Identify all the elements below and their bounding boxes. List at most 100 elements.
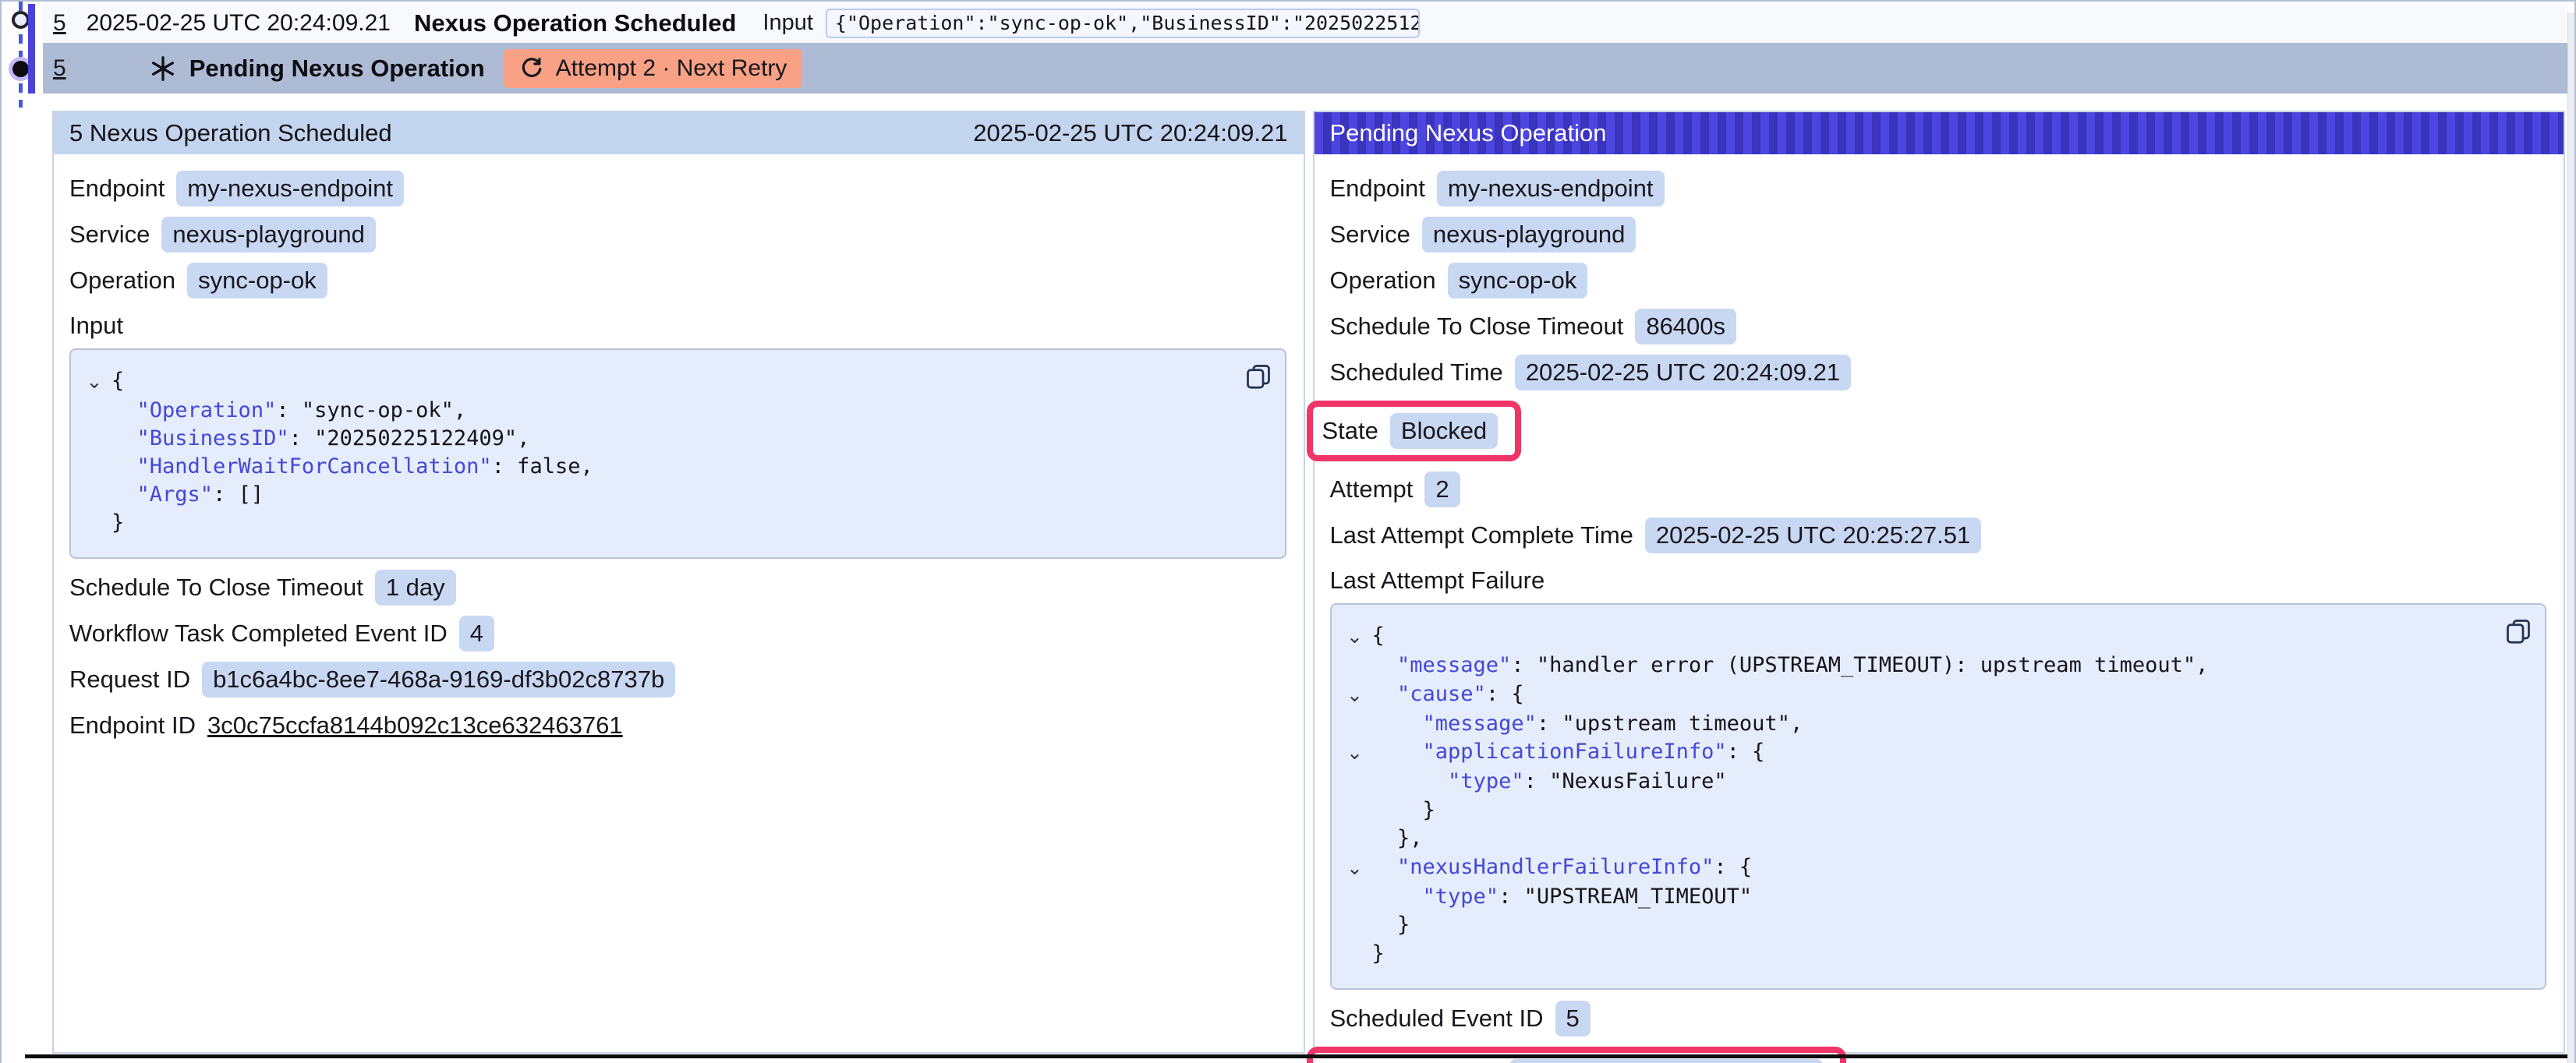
pending-panel-body: Endpoint my-nexus-endpoint Service nexus-pl…	[1315, 154, 2564, 1063]
field-row: Scheduled Time 2025-02-25 UTC 20:24:09.21	[1330, 355, 2547, 390]
json-line: "type": "NexusFailure"	[1338, 768, 2452, 796]
retry-icon	[519, 56, 544, 81]
field-value-link[interactable]: 3c0c75ccfa8144b092c13ce632463761	[207, 712, 623, 740]
collapse-chevron-icon[interactable]: ⌄	[1338, 853, 1372, 883]
json-line: }	[1338, 911, 2452, 940]
json-line: "BusinessID": "20250225122409",	[77, 425, 1191, 453]
field-row: Request IDb1c6a4bc-8ee7-468a-9169-df3b02…	[69, 662, 1286, 697]
input-preview-chip[interactable]: {"Operation":"sync-op-ok","BusinessID":"…	[826, 9, 1420, 38]
field-row: Scheduled Event ID 5	[1330, 1001, 2547, 1037]
json-line: "message": "handler error (UPSTREAM_TIME…	[1338, 652, 2452, 680]
field-label: Attempt	[1330, 475, 1414, 503]
field-label: Scheduled Event ID	[1330, 1005, 1544, 1033]
field-row: Schedule To Close Timeout 1 day	[69, 570, 1286, 606]
field-value-badge: 2025-02-25 UTC 20:24:09.21	[1515, 355, 1851, 390]
field-label: Operation	[69, 267, 175, 295]
scheduled-panel-timestamp: 2025-02-25 UTC 20:24:09.21	[973, 119, 1287, 147]
event-row-scheduled[interactable]: 5 2025-02-25 UTC 20:24:09.21 Nexus Opera…	[43, 3, 2567, 43]
failure-section-label: Last Attempt Failure	[1330, 566, 2547, 595]
attempt-retry-badge[interactable]: Attempt 2 · Next Retry	[504, 49, 803, 88]
failure-json-viewer: ⌄{ "message": "handler error (UPSTREAM_T…	[1330, 603, 2547, 990]
field-value-badge: Blocked	[1390, 413, 1498, 449]
field-label: Request ID	[69, 666, 190, 694]
pending-event-marker-dot-icon	[12, 61, 29, 77]
scheduled-event-panel: 5 Nexus Operation Scheduled 2025-02-25 U…	[52, 111, 1305, 1054]
collapse-chevron-icon[interactable]: ⌄	[1338, 680, 1372, 710]
field-row: Last Attempt Complete Time 2025-02-25 UTC…	[1330, 517, 2547, 553]
scheduled-panel-title: 5 Nexus Operation Scheduled	[69, 119, 392, 147]
field-value-badge: 2	[1424, 471, 1460, 507]
json-line: ⌄ "applicationFailureInfo": {	[1338, 738, 2452, 768]
json-line: ⌄{	[77, 367, 1191, 397]
pending-panel-title: Pending Nexus Operation	[1330, 119, 1607, 147]
field-label: Last Attempt Complete Time	[1330, 521, 1633, 549]
event-timestamp: 2025-02-25 UTC 20:24:09.21	[87, 10, 391, 37]
json-line: "type": "UPSTREAM_TIMEOUT"	[1338, 883, 2452, 912]
field-value-badge: sync-op-ok	[187, 263, 327, 298]
event-id-link[interactable]: 5	[53, 55, 66, 82]
field-value-badge: my-nexus-endpoint	[1437, 171, 1665, 207]
field-value-badge: my-nexus-endpoint	[176, 171, 404, 207]
collapse-chevron-icon[interactable]: ⌄	[1338, 738, 1372, 768]
field-label: Scheduled Time	[1330, 358, 1503, 387]
field-row: Attempt 2	[1330, 471, 2547, 507]
input-json-viewer: ⌄{ "Operation": "sync-op-ok", "BusinessI…	[69, 348, 1286, 559]
event-row-pending[interactable]: 5 Pending Nexus Operation Attempt 2 · Ne…	[43, 43, 2573, 94]
input-section-label: Input	[69, 311, 1286, 341]
event-detail-panels: 5 Nexus Operation Scheduled 2025-02-25 U…	[52, 111, 2565, 1054]
vertical-scrollbar[interactable]	[2567, 12, 2574, 1063]
field-row: Endpoint my-nexus-endpoint	[1330, 171, 2547, 207]
field-value-badge: 5	[1555, 1001, 1591, 1037]
workflow-event-history-screen: 5 2025-02-25 UTC 20:24:09.21 Nexus Opera…	[0, 0, 2576, 1063]
field-value-badge: 86400s	[1635, 309, 1736, 344]
field-label: State	[1322, 417, 1378, 445]
field-row: Endpoint ID 3c0c75ccfa8144b092c13ce632463…	[69, 708, 1286, 743]
field-value-badge: 4	[459, 616, 494, 652]
json-line: "Operation": "sync-op-ok",	[77, 397, 1191, 425]
field-value-badge: 2025-02-25 UTC 20:25:27.51	[1645, 517, 1981, 553]
field-row: Service nexus-playground	[1330, 217, 2547, 253]
pending-panel-header: Pending Nexus Operation	[1315, 112, 2564, 154]
field-label: Service	[1330, 221, 1410, 249]
field-value-badge: 1 day	[375, 570, 456, 606]
selected-event-accent-bar	[28, 4, 35, 94]
pending-event-title: Pending Nexus Operation	[189, 55, 485, 83]
copy-icon[interactable]	[2504, 617, 2532, 645]
scheduled-panel-body: Endpoint my-nexus-endpoint Servicenexus-pl…	[54, 154, 1304, 1052]
field-row-annotated: State Blocked	[1307, 401, 1522, 461]
attempt-retry-label: Attempt 2 · Next Retry	[556, 55, 787, 82]
field-label: Schedule To Close Timeout	[69, 574, 363, 602]
json-line: ⌄ "cause": {	[1338, 680, 2452, 710]
json-line: }	[1338, 940, 2452, 969]
json-line: ⌄{	[1338, 622, 2452, 652]
field-label: Endpoint	[1330, 175, 1425, 203]
scheduled-event-marker-circle-icon	[12, 11, 30, 29]
pending-operation-panel: Pending Nexus Operation Endpoint my-nexus…	[1313, 111, 2566, 1054]
field-value-badge: nexus-playground	[161, 217, 375, 253]
field-row: Servicenexus-playground	[69, 217, 1286, 253]
collapse-chevron-icon[interactable]: ⌄	[77, 367, 111, 397]
pending-asterisk-icon	[149, 55, 177, 83]
field-label: Schedule To Close Timeout	[1330, 313, 1624, 341]
json-line: "HandlerWaitForCancellation": false,	[77, 453, 1191, 481]
input-label: Input	[763, 10, 813, 36]
field-label: Operation	[1330, 267, 1436, 295]
json-line: }	[77, 509, 1191, 537]
field-label: Endpoint ID	[69, 712, 196, 740]
json-line: }	[1338, 796, 2452, 825]
field-row: Endpoint my-nexus-endpoint	[69, 171, 1286, 207]
json-line: "Args": []	[77, 481, 1191, 509]
event-title: Nexus Operation Scheduled	[414, 9, 736, 37]
json-line: ⌄ "nexusHandlerFailureInfo": {	[1338, 853, 2452, 883]
window-bottom-edge	[25, 1054, 2568, 1058]
event-id-link[interactable]: 5	[53, 10, 66, 37]
field-label: Endpoint	[69, 175, 165, 203]
json-line: "message": "upstream timeout",	[1338, 710, 2452, 739]
collapse-chevron-icon[interactable]: ⌄	[1338, 622, 1372, 652]
field-row: Operation sync-op-ok	[1330, 263, 2547, 298]
field-value-badge: The circuit breaker is open.	[1509, 1059, 1823, 1063]
copy-icon[interactable]	[1244, 362, 1272, 390]
field-value-badge: sync-op-ok	[1448, 263, 1588, 298]
field-row: Operation sync-op-ok	[69, 263, 1286, 298]
field-value-badge: nexus-playground	[1422, 217, 1636, 253]
